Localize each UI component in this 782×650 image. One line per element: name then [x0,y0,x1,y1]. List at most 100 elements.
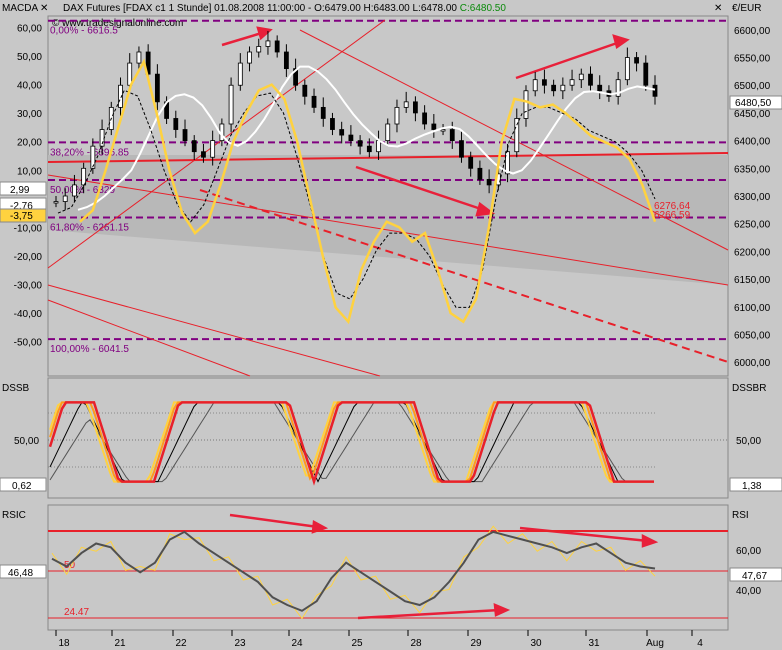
dssb-right-marker: 1,38 [742,481,762,492]
left-axis-name: MACDA [2,3,38,14]
close-price-label: C:6480.50 [460,3,507,14]
candle-body [477,167,483,180]
date-label: 29 [470,638,482,649]
price-tick-label: 6250,00 [734,220,771,231]
macd-tick-label: -30,00 [14,281,43,292]
date-label: 30 [530,638,542,649]
price-tick-label: 6350,00 [734,164,771,175]
rsi-right-marker: 47,67 [742,571,767,582]
dssb-right-tick: 50,00 [736,436,761,447]
candle-body [256,46,262,53]
candle-body [514,118,520,153]
candle-body [551,84,557,92]
candle-body [72,184,77,197]
dssb-left-name: DSSB [2,383,30,394]
fib-label-3: 61,80% - 6261.15 [50,223,129,234]
date-label: 31 [588,638,600,649]
price-tick-label: 6600,00 [734,26,771,37]
fib-label-0: 0,00% - 6616.5 [50,26,118,37]
candle-body [486,178,492,186]
candle-body [652,84,658,97]
candle-body [265,40,271,47]
macd-tick-label: -10,00 [14,223,43,234]
candle-body [154,73,160,103]
dssb-right-name: DSSBR [732,383,766,394]
candle-body [376,140,381,153]
macd-marker-1: 2,99 [10,185,30,196]
candle-body [385,123,391,142]
candle-body [394,106,400,125]
candle-body [459,140,464,158]
chart-title: DAX Futures [FDAX c1 1 Stunde] 01.08.200… [63,3,506,14]
candle-body [431,123,437,130]
candle-body [201,151,206,158]
macd-tick-label: -20,00 [14,252,43,263]
macd-tick-label: -50,00 [14,338,43,349]
price-marker-3: 6266,59 [654,210,691,221]
candle-body [422,112,428,125]
candle-body [542,79,547,86]
candle-body [302,84,308,97]
candle-body [578,73,584,81]
chart: MACDA ✕ DAX Futures [FDAX c1 1 Stunde] 0… [0,0,782,650]
fib-label-1: 38,20% - 6396.85 [50,147,129,158]
candle-body [182,129,188,142]
candle-body [339,129,345,136]
macd-tick-label: 40,00 [17,81,42,92]
candle-body [634,57,639,64]
candle-body [412,101,418,114]
price-tick-label: 6150,00 [734,275,771,286]
candle-body [136,51,142,64]
candle-body [274,40,280,53]
price-tick-label: 6500,00 [734,81,771,92]
rsi-left-marker: 46,48 [8,568,33,579]
date-label: 23 [234,638,246,649]
right-axis-name: €/EUR [732,3,761,14]
window-close-icon[interactable]: ✕ [714,3,722,14]
candle-body [532,79,538,92]
candle-body [62,195,68,202]
candle-body [449,129,455,142]
macd-tick-label: 10,00 [17,166,42,177]
candle-body [523,90,529,119]
candle-body [127,62,133,86]
candle-body [320,106,326,119]
candle-body [569,79,575,86]
candle-body [237,62,243,86]
close-icon[interactable]: ✕ [40,3,48,14]
price-tick-label: 6000,00 [734,358,771,369]
macd-tick-label: 50,00 [17,52,42,63]
macd-tick-label: -40,00 [14,309,43,320]
candle-body [597,84,603,92]
dssb-left-tick: 50,00 [14,436,39,447]
macd-markers: 2,99 -2,76 -3,75 [0,181,47,223]
date-label: 28 [410,638,422,649]
price-marker-close: 6480,50 [735,98,772,109]
macd-tick-label: 30,00 [17,109,42,120]
price-tick-label: 6550,00 [734,54,771,65]
rsi-tick-60: 60,00 [736,546,761,557]
candle-body [210,140,216,158]
candle-body [81,167,87,186]
date-label: 4 [697,638,703,649]
macd-marker-3: -3,75 [10,211,33,222]
candle-body [348,134,354,142]
fib-label-4: 100,00% - 6041.5 [50,344,129,355]
price-tick-label: 6400,00 [734,137,771,148]
price-tick-label: 6300,00 [734,192,771,203]
candle-body [624,57,630,81]
candle-body [90,145,96,169]
rsi-plot-area [47,504,729,631]
rsi-left-name: RSIC [2,510,26,521]
candle-body [357,140,363,147]
rsi-right-name: RSI [732,510,749,521]
candle-body [403,101,409,108]
price-tick-label: 6050,00 [734,330,771,341]
candle-body [468,156,474,169]
price-tick-label: 6450,00 [734,109,771,120]
candle-body [440,129,446,132]
candle-body [560,84,566,92]
date-label: 21 [114,638,126,649]
date-label: 25 [351,638,363,649]
rsi-low-label: 24.47 [64,607,89,618]
